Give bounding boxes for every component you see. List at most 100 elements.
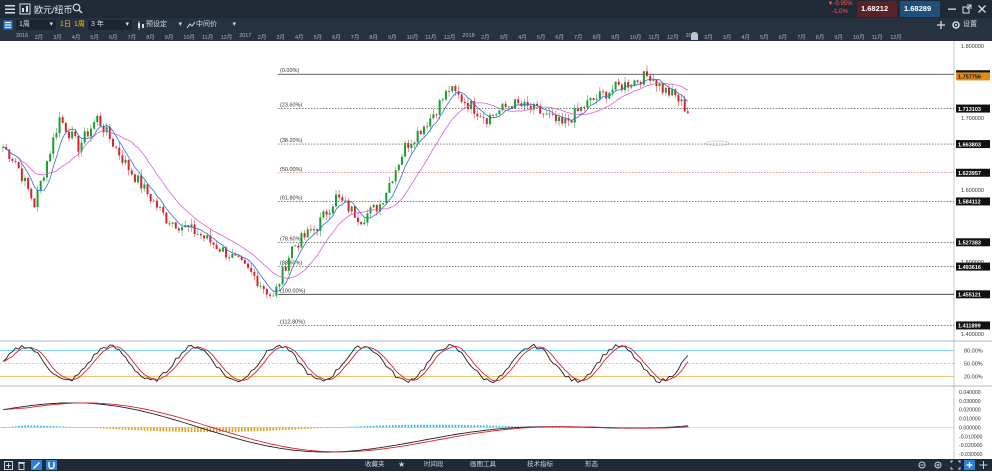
alert-marker-icon[interactable] — [691, 32, 698, 40]
time-axis-label: 2月 — [481, 35, 490, 41]
candle — [143, 184, 146, 189]
candle — [137, 175, 140, 183]
macd-histogram-bar — [121, 427, 124, 430]
candle — [514, 99, 517, 109]
macd-histogram-bar — [215, 427, 218, 433]
macd-histogram-bar — [193, 427, 196, 433]
chart-grid-icon[interactable] — [3, 20, 13, 30]
candle — [419, 130, 422, 135]
range-3y-select[interactable]: 3 年 ▾ — [88, 20, 132, 30]
candle — [605, 91, 608, 99]
time-axis-label: 6月 — [555, 35, 564, 41]
star-icon[interactable]: ★ — [398, 460, 405, 469]
candle — [451, 86, 454, 92]
minus-icon[interactable] — [947, 4, 957, 14]
mid-price-select[interactable]: 中间价 ▾ — [196, 20, 236, 30]
interval-select[interactable]: 1周 ▾ — [16, 20, 56, 30]
macd-histogram-bar — [285, 427, 287, 431]
macd-histogram-bar — [467, 425, 469, 428]
macd-axis-label: 0.000000 — [959, 425, 981, 431]
fullscreen-icon[interactable] — [950, 460, 961, 470]
candle — [331, 206, 334, 213]
macd-histogram-bar — [74, 427, 77, 428]
candle — [30, 188, 33, 199]
macd-axis-label: -0.010000 — [959, 434, 982, 440]
mid-price-label: 中间价 — [196, 21, 217, 28]
candle — [457, 91, 460, 95]
candle — [14, 160, 17, 162]
fib-price-label: 1.527383 — [958, 240, 981, 246]
macd-histogram-bar — [149, 427, 152, 431]
zoom-out-icon[interactable] — [918, 461, 927, 470]
chart-type-icon[interactable] — [19, 3, 31, 15]
price-chart[interactable]: (0.00%)1.760780(23.60%)1.713103(38.20%)1… — [0, 41, 992, 459]
time-axis-label: 2018 — [462, 33, 475, 39]
buy-price-button[interactable]: 1.68289 — [900, 1, 940, 17]
candle — [507, 106, 510, 108]
candle — [203, 235, 206, 239]
range-1d-button[interactable]: 1日 — [60, 20, 71, 30]
candle — [281, 266, 284, 285]
macd-histogram-bar — [376, 425, 378, 428]
macd-histogram-bar — [131, 427, 133, 431]
candle — [652, 79, 655, 81]
macd-histogram-bar — [61, 426, 64, 428]
time-axis-label: 8月 — [815, 35, 825, 41]
range-1w-button[interactable]: 1周 — [74, 20, 85, 30]
instrument-title[interactable]: 欧元/纽币 — [34, 3, 73, 16]
pencil-icon[interactable] — [31, 460, 42, 470]
time-axis-label: 2017 — [239, 33, 252, 39]
time-axis-label: 9月 — [388, 35, 397, 41]
indicators-button[interactable]: 技术指标 — [527, 461, 553, 469]
candle — [435, 114, 438, 116]
candle — [664, 87, 667, 93]
drawing-tools-button[interactable]: 画图工具 — [470, 461, 496, 469]
price-type-icon[interactable] — [186, 21, 196, 30]
time-axis-label: 9月 — [834, 35, 843, 41]
macd-histogram-bar — [385, 425, 388, 428]
macd-histogram-bar — [175, 427, 177, 432]
macd-histogram-bar — [438, 424, 441, 428]
timeframe-button[interactable]: 时间段 — [424, 461, 444, 469]
candle — [165, 212, 168, 224]
fib-label: (0.00%) — [280, 68, 299, 74]
settings-button[interactable]: 设置 — [963, 20, 977, 30]
candle — [11, 158, 14, 161]
favorites-button[interactable]: 收藏夹 — [365, 461, 385, 469]
candle — [614, 81, 617, 90]
trash-icon[interactable] — [17, 461, 26, 470]
time-axis-label: 11月 — [648, 35, 660, 41]
candle — [353, 206, 356, 218]
menu-icon[interactable] — [4, 3, 16, 15]
candle — [278, 284, 281, 287]
candle — [482, 117, 485, 119]
close-icon[interactable] — [977, 4, 987, 14]
macd-histogram-bar — [266, 427, 268, 431]
preset-select[interactable]: 预设定 ▾ — [146, 20, 182, 30]
candle — [243, 260, 246, 264]
candle — [36, 189, 39, 208]
macd-histogram-bar — [184, 427, 187, 432]
candle — [61, 117, 64, 123]
buy-price: 1.68289 — [904, 4, 932, 13]
macd-histogram-bar — [49, 425, 52, 428]
candle — [385, 192, 388, 204]
shapes-button[interactable]: 形态 — [585, 461, 598, 469]
candlestick-icon[interactable] — [137, 21, 145, 30]
move-icon[interactable] — [978, 460, 989, 470]
candle — [661, 83, 664, 93]
popout-icon[interactable] — [962, 4, 972, 14]
zoom-in-icon[interactable] — [934, 461, 943, 470]
settings-label: 设置 — [963, 21, 977, 28]
macd-histogram-bar — [146, 427, 149, 431]
candle — [488, 114, 491, 125]
candle — [400, 156, 403, 165]
macd-histogram-bar — [574, 427, 576, 429]
search-icon[interactable] — [72, 3, 83, 14]
sell-price-button[interactable]: 1.68212 — [857, 1, 897, 17]
magnet-icon[interactable] — [46, 460, 57, 470]
plus-icon[interactable] — [936, 20, 946, 30]
gear-icon[interactable] — [951, 20, 961, 30]
add-panel-icon[interactable] — [964, 460, 975, 470]
crosshair-icon[interactable] — [4, 461, 13, 470]
